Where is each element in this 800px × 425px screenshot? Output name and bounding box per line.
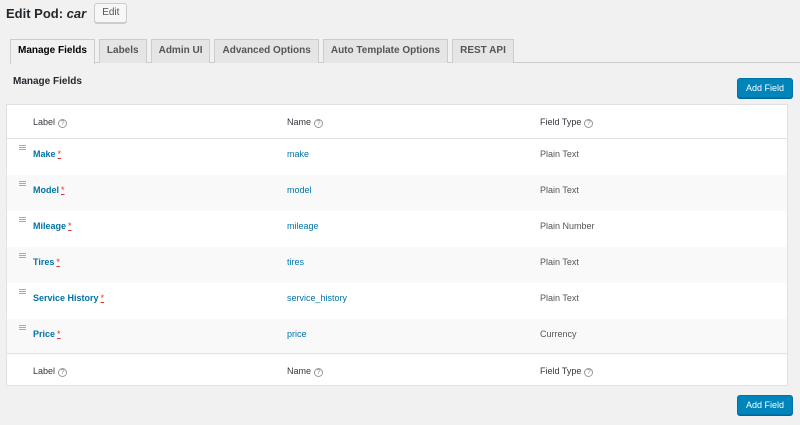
field-name-link[interactable]: mileage: [287, 221, 319, 231]
required-marker: *: [57, 149, 62, 159]
field-label-link[interactable]: Tires: [33, 257, 54, 267]
column-footer-label-text: Label: [33, 366, 56, 376]
edit-pod-page: Edit Pod: car Edit Manage Fields Labels …: [0, 0, 800, 425]
field-label-link[interactable]: Service History: [33, 293, 99, 303]
field-label-cell: Mileage *: [33, 221, 72, 231]
column-header-name: Name?: [287, 117, 324, 128]
column-header-label: Label?: [33, 117, 68, 128]
field-name-cell: tires: [287, 257, 304, 267]
page-title: Edit Pod: car: [6, 6, 86, 21]
pod-name: car: [66, 5, 87, 21]
column-header-label-text: Label: [33, 117, 56, 127]
column-footer-name-text: Name: [287, 366, 312, 376]
table-row: Tires * tires Plain Text: [7, 247, 787, 283]
add-field-button-bottom[interactable]: Add Field: [737, 395, 794, 415]
section-title: Manage Fields: [13, 76, 82, 87]
field-label-cell: Price *: [33, 329, 61, 339]
column-footer-type: Field Type?: [540, 366, 594, 377]
field-label-cell: Tires *: [33, 257, 60, 267]
column-header-name-text: Name: [287, 117, 312, 127]
tab-auto-template-options[interactable]: Auto Template Options: [322, 39, 449, 63]
pod-tabs: Manage Fields Labels Admin UI Advanced O…: [10, 39, 800, 64]
tab-labels[interactable]: Labels: [98, 39, 147, 63]
help-icon[interactable]: ?: [58, 119, 68, 128]
tab-manage-fields[interactable]: Manage Fields: [10, 39, 95, 64]
page-title-prefix: Edit Pod:: [6, 5, 64, 21]
table-row: Price * price Currency: [7, 319, 787, 355]
table-row: Service History * service_history Plain T…: [7, 283, 787, 319]
column-header-type-text: Field Type: [540, 117, 582, 127]
field-label-cell: Make *: [33, 149, 61, 159]
required-marker: *: [57, 329, 61, 339]
drag-handle-icon[interactable]: [19, 217, 26, 222]
field-name-cell: make: [287, 149, 309, 159]
table-footer: Label? Name? Field Type?: [7, 353, 787, 387]
field-label-cell: Model *: [33, 185, 65, 195]
column-footer-type-text: Field Type: [540, 366, 582, 376]
field-name-cell: price: [287, 329, 307, 339]
help-icon[interactable]: ?: [314, 119, 324, 128]
field-name-cell: mileage: [287, 221, 319, 231]
table-row: Make * make Plain Text: [7, 139, 787, 175]
field-name-cell: service_history: [287, 293, 347, 303]
column-footer-name: Name?: [287, 366, 324, 377]
drag-handle-icon[interactable]: [19, 325, 26, 330]
field-type-cell: Plain Text: [540, 149, 579, 159]
edit-pod-button[interactable]: Edit: [94, 3, 128, 23]
drag-handle-icon[interactable]: [19, 181, 26, 186]
required-marker: *: [100, 293, 105, 303]
add-field-button-top[interactable]: Add Field: [737, 78, 794, 98]
table-header: Label? Name? Field Type?: [7, 105, 787, 139]
required-marker: *: [56, 257, 60, 267]
field-name-link[interactable]: model: [287, 185, 312, 195]
field-type-cell: Plain Text: [540, 185, 579, 195]
field-type-cell: Plain Text: [540, 257, 579, 267]
drag-handle-icon[interactable]: [19, 253, 26, 258]
column-header-type: Field Type?: [540, 117, 594, 128]
fields-table: Label? Name? Field Type? Make * make Plai…: [6, 104, 788, 386]
required-marker: *: [68, 221, 72, 231]
field-label-link[interactable]: Make: [33, 149, 56, 159]
field-name-cell: model: [287, 185, 312, 195]
field-label-link[interactable]: Model: [33, 185, 59, 195]
table-row: Mileage * mileage Plain Number: [7, 211, 787, 247]
field-label-cell: Service History *: [33, 293, 104, 303]
field-type-cell: Currency: [540, 329, 577, 339]
column-footer-label: Label?: [33, 366, 68, 377]
help-icon[interactable]: ?: [314, 368, 324, 377]
field-type-cell: Plain Text: [540, 293, 579, 303]
field-name-link[interactable]: make: [287, 149, 309, 159]
drag-handle-icon[interactable]: [19, 145, 26, 150]
field-label-link[interactable]: Price: [33, 329, 55, 339]
help-icon[interactable]: ?: [584, 368, 594, 377]
field-name-link[interactable]: service_history: [287, 293, 347, 303]
tab-rest-api[interactable]: REST API: [452, 39, 514, 63]
required-marker: *: [61, 185, 65, 195]
field-name-link[interactable]: tires: [287, 257, 304, 267]
drag-handle-icon[interactable]: [19, 289, 26, 294]
field-name-link[interactable]: price: [287, 329, 307, 339]
help-icon[interactable]: ?: [584, 119, 594, 128]
field-type-cell: Plain Number: [540, 221, 595, 231]
help-icon[interactable]: ?: [58, 368, 68, 377]
title-row: Edit Pod: car Edit: [6, 2, 128, 24]
field-label-link[interactable]: Mileage: [33, 221, 66, 231]
table-row: Model * model Plain Text: [7, 175, 787, 211]
tab-admin-ui[interactable]: Admin UI: [150, 39, 211, 63]
tab-advanced-options[interactable]: Advanced Options: [214, 39, 319, 63]
